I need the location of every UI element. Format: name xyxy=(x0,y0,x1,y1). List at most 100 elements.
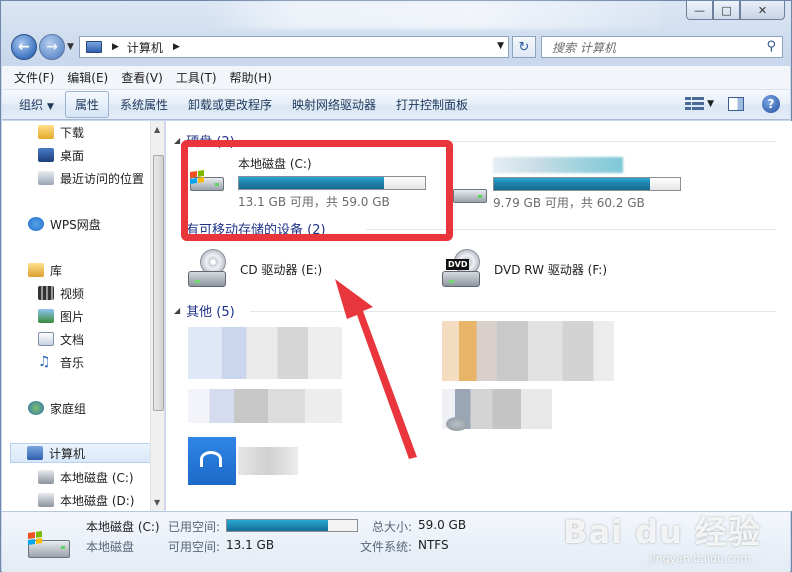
organize-button[interactable]: 组织 ▼ xyxy=(10,92,63,117)
drive-d-usage-bar xyxy=(493,177,681,191)
address-path[interactable]: 计算机 xyxy=(127,39,163,56)
menu-help[interactable]: 帮助(H) xyxy=(224,69,278,86)
chevron-right-icon[interactable]: ▶ xyxy=(112,42,119,52)
used-space-label: 已用空间: xyxy=(168,520,221,534)
help-icon[interactable]: ? xyxy=(762,95,780,113)
chevron-down-icon: ▼ xyxy=(47,102,54,112)
drive-tray-icon xyxy=(188,271,226,287)
menu-edit[interactable]: 编辑(E) xyxy=(61,69,114,86)
minimize-button[interactable]: — xyxy=(686,1,713,20)
pixelated-item-3[interactable] xyxy=(442,321,614,381)
sidebar-item-label: 桌面 xyxy=(60,148,85,163)
computer-icon xyxy=(86,41,102,53)
explorer-window: — □ ✕ ← → ▼ ▶ 计算机 ▶ ▼ ↻ 搜索 计算机 ⚲ 文件(F) 编… xyxy=(0,0,792,572)
computer-icon xyxy=(27,446,43,460)
search-input[interactable]: 搜索 计算机 ⚲ xyxy=(541,36,783,58)
dvd-drive-tile[interactable]: DVD DVD RW 驱动器 (F:) xyxy=(442,247,662,291)
sidebar-item-music[interactable]: ♫ 音乐 xyxy=(38,352,84,372)
forward-button[interactable]: → xyxy=(39,34,65,60)
menu-view[interactable]: 查看(V) xyxy=(115,69,169,86)
sidebar-item-label: 最近访问的位置 xyxy=(60,171,145,186)
sidebar-item-desktop[interactable]: 桌面 xyxy=(38,145,84,165)
close-button[interactable]: ✕ xyxy=(740,1,785,20)
highlight-frame xyxy=(181,140,453,241)
menu-bar: 文件(F) 编辑(E) 查看(V) 工具(T) 帮助(H) xyxy=(2,66,790,90)
drive-d-icon xyxy=(451,175,491,207)
annotation-arrow xyxy=(335,279,417,459)
pixelated-network-icon xyxy=(446,417,468,431)
folder-download-icon xyxy=(38,125,54,139)
details-usage-bar xyxy=(226,519,358,532)
sidebar-item-label: WPS网盘 xyxy=(50,217,101,232)
window-controls: — □ ✕ xyxy=(686,1,785,20)
homegroup-icon xyxy=(28,401,44,415)
map-network-drive-button[interactable]: 映射网络驱动器 xyxy=(283,92,385,117)
sidebar-item-wps[interactable]: WPS网盘 xyxy=(28,214,101,234)
drive-d-info: 9.79 GB 可用，共 60.2 GB xyxy=(493,196,645,210)
open-control-panel-button[interactable]: 打开控制面板 xyxy=(387,92,477,117)
system-properties-button[interactable]: 系统属性 xyxy=(111,92,177,117)
sidebar-item-pictures[interactable]: 图片 xyxy=(38,306,84,326)
command-bar: 组织 ▼ 属性 系统属性 卸载或更改程序 映射网络驱动器 打开控制面板 ▼ ? xyxy=(2,90,790,120)
pixelated-item-2[interactable] xyxy=(188,389,342,423)
maximize-button[interactable]: □ xyxy=(713,1,740,20)
group-header-other[interactable]: ◢ 其他 (5) xyxy=(174,301,235,320)
menu-file[interactable]: 文件(F) xyxy=(8,69,60,86)
drive-icon xyxy=(38,493,54,507)
sidebar-item-computer[interactable]: 计算机 xyxy=(10,443,156,463)
recent-places-icon xyxy=(38,171,54,185)
sidebar-item-drive-c[interactable]: 本地磁盘 (C:) xyxy=(38,467,134,487)
preview-pane-icon[interactable] xyxy=(728,97,744,111)
collapse-icon[interactable]: ◢ xyxy=(174,136,180,145)
sidebar-item-videos[interactable]: 视频 xyxy=(38,283,84,303)
uninstall-button[interactable]: 卸载或更改程序 xyxy=(179,92,281,117)
sidebar-item-documents[interactable]: 文档 xyxy=(38,329,84,349)
recent-pages-dropdown[interactable]: ▼ xyxy=(67,42,74,52)
free-space-label: 可用空间: xyxy=(168,540,221,554)
search-placeholder: 搜索 计算机 xyxy=(552,40,616,55)
collapse-icon[interactable]: ◢ xyxy=(174,306,180,315)
search-icon[interactable]: ⚲ xyxy=(766,39,776,54)
cd-drive-name: CD 驱动器 (E:) xyxy=(240,262,323,277)
music-icon: ♫ xyxy=(38,354,51,370)
sidebar-item-label: 视频 xyxy=(60,286,85,301)
hard-drive-icon xyxy=(453,189,487,203)
scroll-up-icon[interactable]: ▲ xyxy=(154,125,160,134)
organize-label: 组织 xyxy=(19,98,44,112)
sidebar-item-homegroup[interactable]: 家庭组 xyxy=(28,398,86,418)
sidebar-item-downloads[interactable]: 下载 xyxy=(38,122,84,142)
sidebar-item-drive-d[interactable]: 本地磁盘 (D:) xyxy=(38,490,134,510)
file-system-label: 文件系统: xyxy=(360,540,413,554)
details-title: 本地磁盘 (C:) xyxy=(86,520,160,534)
scrollbar-thumb[interactable] xyxy=(153,155,164,411)
sidebar-item-label: 本地磁盘 (D:) xyxy=(60,493,135,508)
address-bar[interactable]: ▶ 计算机 ▶ ▼ xyxy=(79,36,509,58)
scroll-down-icon[interactable]: ▼ xyxy=(154,498,160,507)
sidebar-item-label: 库 xyxy=(50,263,63,278)
title-bar: — □ ✕ xyxy=(1,1,791,31)
drive-icon xyxy=(38,470,54,484)
back-button[interactable]: ← xyxy=(11,34,37,60)
windows-logo-icon xyxy=(28,531,42,545)
drive-d-tile[interactable]: 9.79 GB 可用，共 60.2 GB xyxy=(451,155,711,211)
pixelated-item-1[interactable] xyxy=(188,327,342,379)
navigation-pane: 下载 桌面 最近访问的位置 WPS网盘 库 视频 图片 文档 ♫ 音乐 家庭组 … xyxy=(2,121,165,511)
sidebar-item-label: 音乐 xyxy=(60,355,85,370)
pixelated-drive-name xyxy=(493,157,623,173)
chevron-down-icon[interactable]: ▼ xyxy=(707,99,714,109)
drive-tray-icon xyxy=(442,271,480,287)
change-view-icon[interactable] xyxy=(685,97,705,111)
blurred-background xyxy=(201,1,661,29)
menu-tools[interactable]: 工具(T) xyxy=(170,69,223,86)
refresh-button[interactable]: ↻ xyxy=(512,36,536,58)
chevron-right-icon[interactable]: ▶ xyxy=(173,42,180,52)
dvd-drive-name: DVD RW 驱动器 (F:) xyxy=(494,262,608,277)
chevron-down-icon[interactable]: ▼ xyxy=(497,41,504,51)
total-size-label: 总大小: xyxy=(372,520,413,534)
properties-button[interactable]: 属性 xyxy=(64,91,109,118)
pixelated-app-icon[interactable] xyxy=(188,437,236,485)
sidebar-item-recent[interactable]: 最近访问的位置 xyxy=(38,168,144,188)
pixelated-label xyxy=(238,447,298,475)
sidebar-item-libraries[interactable]: 库 xyxy=(28,260,62,280)
sidebar-scrollbar[interactable]: ▲ ▼ xyxy=(150,121,164,511)
